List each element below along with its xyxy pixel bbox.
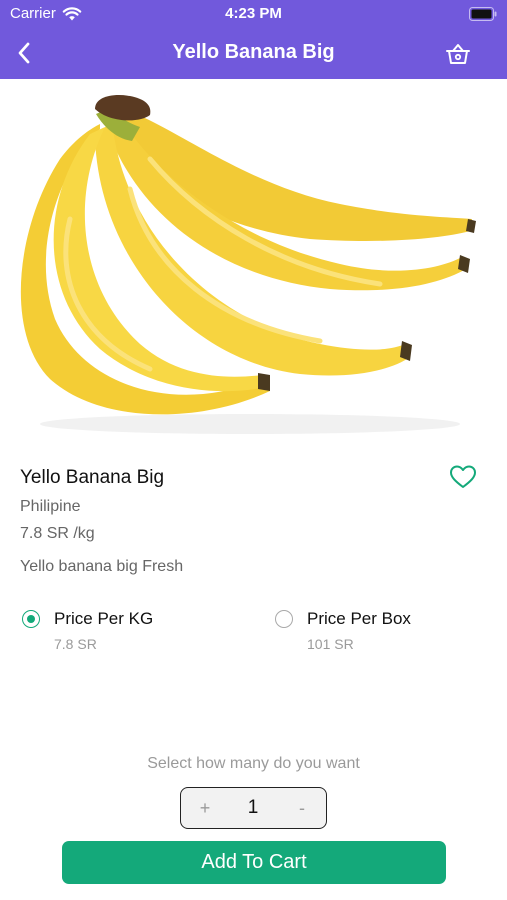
radio-unselected[interactable] — [275, 610, 293, 628]
product-detail-screen: Carrier 4:23 PM Yello Banana Big Yello B… — [0, 0, 507, 900]
add-to-cart-button[interactable]: Add To Cart — [62, 841, 446, 884]
status-bar: Carrier 4:23 PM — [0, 0, 507, 28]
radio-selected[interactable] — [22, 610, 40, 628]
cart-button[interactable] — [443, 39, 473, 69]
battery-icon — [469, 7, 497, 21]
product-description: Yello banana big Fresh — [20, 558, 184, 575]
top-bar: Carrier 4:23 PM Yello Banana Big — [0, 0, 507, 79]
basket-icon — [446, 44, 470, 64]
option-price: 7.8 SR — [54, 636, 97, 652]
option-label: Price Per KG — [54, 609, 154, 628]
page-title: Yello Banana Big — [172, 41, 335, 63]
banana-bunch-image — [20, 95, 476, 434]
option-price: 101 SR — [307, 636, 354, 652]
option-price-per-kg[interactable]: Price Per KG 7.8 SR — [22, 607, 222, 657]
nav-bar: Yello Banana Big — [0, 28, 507, 79]
quantity-stepper: + 1 - — [180, 787, 327, 829]
option-label: Price Per Box — [307, 609, 411, 628]
decrement-button[interactable]: - — [290, 796, 314, 820]
product-info: Yello Banana Big Philipine 7.8 SR /kg Ye… — [20, 466, 487, 578]
heart-outline-icon[interactable] — [449, 464, 477, 490]
product-title: Yello Banana Big — [20, 467, 165, 488]
quantity-prompt: Select how many do you want — [147, 755, 360, 772]
product-unit-price: 7.8 SR /kg — [20, 525, 95, 542]
status-time: 4:23 PM — [225, 5, 282, 22]
product-origin: Philipine — [20, 498, 81, 515]
option-price-per-box[interactable]: Price Per Box 101 SR — [275, 607, 475, 657]
